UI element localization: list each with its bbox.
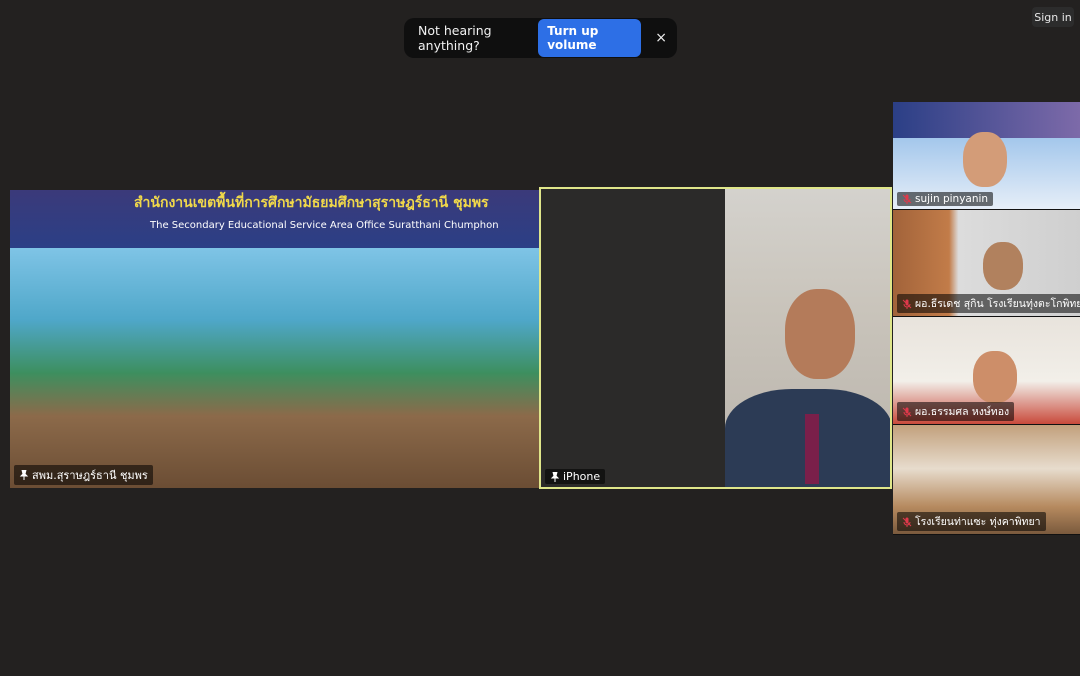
video-subject-face xyxy=(983,242,1023,290)
pin-icon xyxy=(550,471,560,482)
participant-name-tag: โรงเรียนท่าแซะ ทุ่งคาพิทยา xyxy=(897,512,1046,531)
mic-muted-icon xyxy=(902,517,912,527)
participant-name: iPhone xyxy=(563,470,601,483)
video-feed xyxy=(10,248,539,488)
banner-english-title: The Secondary Educational Service Area O… xyxy=(150,220,499,231)
video-subject-face xyxy=(973,351,1017,403)
participant-name-tag: สพม.สุราษฎร์ธานี ชุมพร xyxy=(14,465,153,485)
participant-name: โรงเรียนท่าแซะ ทุ่งคาพิทยา xyxy=(915,516,1041,528)
participant-name: ผอ.ธรรมศล หงษ์ทอง xyxy=(915,406,1010,418)
notification-message: Not hearing anything? xyxy=(418,23,492,53)
participant-name-tag: ผอ.ธรรมศล หงษ์ทอง xyxy=(897,402,1015,421)
participant-name-tag: ผอ.ธีรเดช สุกิน โรงเรียนทุ่งตะโกพิทยาคม xyxy=(897,294,1080,313)
mic-muted-icon xyxy=(902,299,912,309)
participant-name: สพม.สุราษฎร์ธานี ชุมพร xyxy=(32,469,148,482)
banner-thai-title: สำนักงานเขตพื้นที่การศึกษามัธยมศึกษาสุรา… xyxy=(134,195,489,211)
close-icon[interactable]: × xyxy=(655,30,667,46)
participant-name: sujin pinyanin xyxy=(915,193,989,205)
pin-icon xyxy=(19,470,29,480)
video-thumbnail[interactable]: sujin pinyanin xyxy=(893,102,1080,210)
turn-up-volume-button[interactable]: Turn up volume xyxy=(538,19,642,57)
video-thumbnail[interactable]: ผอ.ธรรมศล หงษ์ทอง xyxy=(893,317,1080,425)
participant-name-tag: iPhone xyxy=(545,469,606,484)
video-tile-meeting-room[interactable]: สำนักงานเขตพื้นที่การศึกษามัธยมศึกษาสุรา… xyxy=(10,190,539,488)
audio-notification: Not hearing anything? Turn up volume × xyxy=(404,18,677,58)
video-thumbnail[interactable]: ผอ.ธีรเดช สุกิน โรงเรียนทุ่งตะโกพิทยาคม xyxy=(893,210,1080,317)
room-banner: สำนักงานเขตพื้นที่การศึกษามัธยมศึกษาสุรา… xyxy=(10,190,539,248)
video-tile-iphone[interactable]: iPhone xyxy=(539,187,892,489)
participant-name-tag: sujin pinyanin xyxy=(897,192,994,206)
mic-muted-icon xyxy=(902,407,912,417)
video-subject-face xyxy=(963,132,1007,187)
video-subject-tie xyxy=(805,414,819,484)
video-thumbnail[interactable]: โรงเรียนท่าแซะ ทุ่งคาพิทยา xyxy=(893,425,1080,535)
video-subject-face xyxy=(785,289,855,379)
sign-in-button[interactable]: Sign in xyxy=(1032,7,1074,27)
participant-name: ผอ.ธีรเดช สุกิน โรงเรียนทุ่งตะโกพิทยาคม xyxy=(915,298,1080,310)
video-feed xyxy=(725,189,890,487)
mic-muted-icon xyxy=(902,194,912,204)
